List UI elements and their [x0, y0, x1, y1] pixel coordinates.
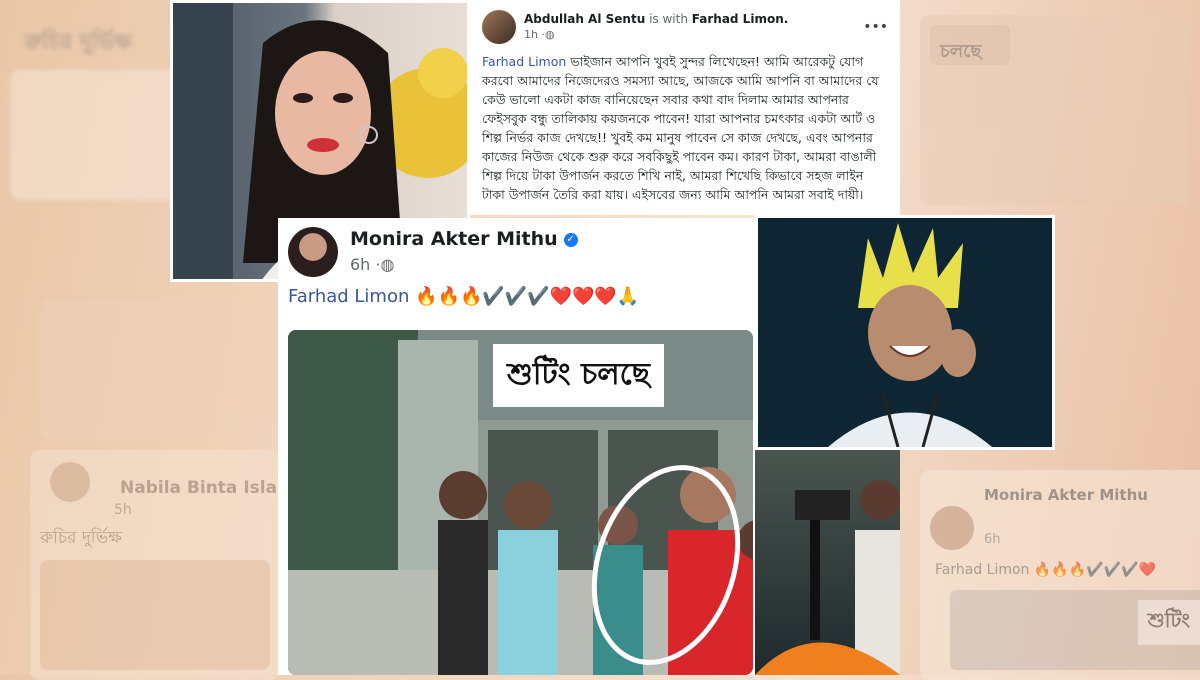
top-post-meta: Abdullah Al Sentu is with Farhad Limon. …: [524, 11, 788, 43]
ghost-right-caption: শুটিং: [1137, 600, 1200, 645]
post-video-frame[interactable]: শুটিং চলছে: [288, 330, 753, 675]
main-facebook-post: Monira Akter Mithu ✓ 6h ·◍ Farhad Limon …: [278, 218, 755, 675]
top-post-author[interactable]: Abdullah Al Sentu: [524, 12, 645, 26]
top-post-text: ভাইজান আপনি খুবই সুন্দর লিখেছেন! আমি আরে…: [482, 54, 879, 202]
man-illustration: [758, 218, 1052, 447]
video-caption: শুটিং চলছে: [493, 344, 664, 407]
portrait-photo-man: [755, 215, 1055, 450]
main-post-meta: Monira Akter Mithu ✓ 6h ·◍: [350, 226, 578, 278]
more-options-icon[interactable]: •••: [863, 19, 888, 35]
main-post-mention[interactable]: Farhad Limon: [288, 286, 409, 307]
ghost-right-avatar-icon: [930, 506, 974, 550]
top-post-time[interactable]: 1h: [524, 28, 538, 41]
main-post-time[interactable]: 6h: [350, 255, 370, 274]
ghost-headline-top-left: রুচির দুর্ভিক্ষ: [25, 30, 132, 55]
ghost-caption: চলছে: [940, 41, 982, 62]
ghost-right-time: 6h: [984, 532, 1001, 547]
ghost-post-left: Nabila Binta Islam 5h রুচির দুর্ভিক্ষ: [30, 450, 295, 680]
ghost-image: [40, 560, 270, 670]
camera-operator-illustration: [755, 480, 900, 675]
ghost-avatar-icon: [50, 462, 90, 502]
ghost-card-left-mid: [40, 300, 240, 440]
video-continuation-panel: [755, 450, 900, 675]
main-post-text: Farhad Limon 🔥🔥🔥✔️✔️✔️❤️❤️❤️🙏: [288, 286, 745, 307]
top-post-with-text: is with: [649, 12, 688, 26]
ghost-headline: রুচির দুর্ভিক্ষ: [40, 528, 123, 548]
main-post-emojis: 🔥🔥🔥✔️✔️✔️❤️❤️❤️🙏: [415, 286, 640, 307]
ghost-post-right: Monira Akter Mithu 6h Farhad Limon 🔥🔥🔥✔️…: [920, 470, 1200, 680]
ghost-right-image: শুটিং: [950, 590, 1200, 670]
author-avatar-icon[interactable]: [482, 10, 516, 44]
globe-icon: ·◍: [375, 255, 395, 274]
ghost-card-right-top: চলছে: [920, 15, 1190, 205]
ghost-right-text: Farhad Limon 🔥🔥🔥✔️✔️✔️❤️: [935, 562, 1156, 578]
ghost-right-author: Monira Akter Mithu: [984, 486, 1148, 504]
globe-icon: ·◍: [541, 28, 555, 41]
verified-badge-icon: ✓: [563, 232, 578, 247]
top-comment-post: Abdullah Al Sentu is with Farhad Limon. …: [470, 0, 900, 215]
ghost-author: Nabila Binta Islam: [120, 478, 295, 498]
main-post-author[interactable]: Monira Akter Mithu: [350, 228, 558, 250]
top-post-mention[interactable]: Farhad Limon: [482, 54, 566, 69]
main-post-header: Monira Akter Mithu ✓ 6h ·◍: [288, 226, 745, 278]
top-post-body: Farhad Limon ভাইজান আপনি খুবই সুন্দর লিখ…: [482, 52, 888, 204]
top-post-tagged[interactable]: Farhad Limon.: [692, 12, 789, 26]
main-author-avatar-icon[interactable]: [288, 227, 338, 277]
ghost-time: 5h: [114, 502, 132, 518]
top-post-header: Abdullah Al Sentu is with Farhad Limon. …: [482, 10, 888, 44]
